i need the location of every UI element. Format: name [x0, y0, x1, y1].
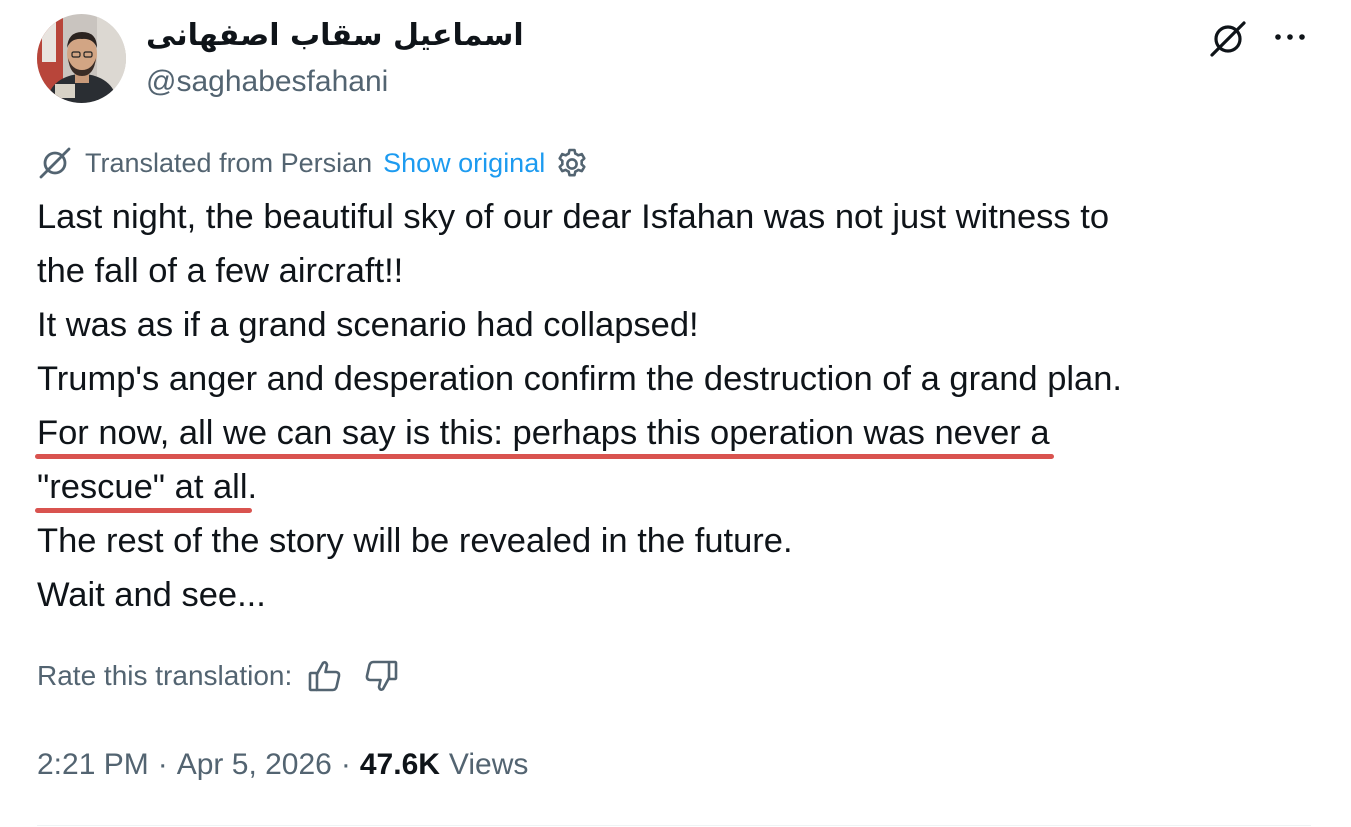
tweet-meta: 2:21 PM · Apr 5, 2026 · 47.6K Views	[37, 743, 528, 787]
translation-bar: Translated from Persian Show original	[37, 143, 589, 183]
tweet-line-highlighted: "rescue" at all.	[35, 460, 1327, 514]
highlight-underline: For now, all we can say is this: perhaps…	[35, 406, 1054, 460]
more-dots-icon[interactable]	[1270, 22, 1310, 52]
translate-slash-icon[interactable]	[1206, 17, 1250, 61]
meta-separator: ·	[340, 748, 351, 781]
tweet-line: It was as if a grand scenario had collap…	[37, 306, 699, 344]
thumbs-down-icon[interactable]	[362, 657, 400, 695]
tweet-punctuation: .	[247, 468, 258, 506]
tweet-line: the fall of a few aircraft!!	[37, 252, 404, 290]
meta-separator: ·	[157, 748, 168, 781]
views-label[interactable]: Views	[449, 748, 528, 782]
translated-from-label: Translated from Persian	[85, 147, 373, 178]
profile-photo	[37, 14, 126, 103]
avatar[interactable]	[37, 14, 126, 103]
tweet-time[interactable]: 2:21 PM	[37, 748, 149, 782]
rate-translation-row: Rate this translation:	[37, 654, 400, 698]
tweet-line: Last night, the beautiful sky of our dea…	[37, 198, 1110, 236]
tweet-line-highlighted: For now, all we can say is this: perhaps…	[35, 406, 1327, 460]
divider	[37, 825, 1311, 826]
author-handle[interactable]: @saghabesfahani	[146, 62, 388, 102]
translate-icon	[39, 147, 71, 179]
show-original-link[interactable]: Show original	[383, 148, 545, 179]
tweet-date[interactable]: Apr 5, 2026	[177, 748, 332, 782]
thumbs-up-icon[interactable]	[306, 657, 344, 695]
highlight-underline: "rescue" at all	[35, 460, 252, 514]
tweet-text: Last night, the beautiful sky of our dea…	[35, 190, 1327, 622]
views-count[interactable]: 47.6K	[360, 748, 440, 782]
tweet-line: The rest of the story will be revealed i…	[37, 522, 793, 560]
tweet-line: Trump's anger and desperation confirm th…	[37, 360, 1123, 398]
rate-translation-label: Rate this translation:	[37, 660, 293, 691]
author-display-name[interactable]: اسماعیل سقاب اصفهانی	[146, 16, 524, 56]
gear-icon[interactable]	[555, 146, 589, 180]
tweet-line: Wait and see...	[37, 576, 266, 614]
